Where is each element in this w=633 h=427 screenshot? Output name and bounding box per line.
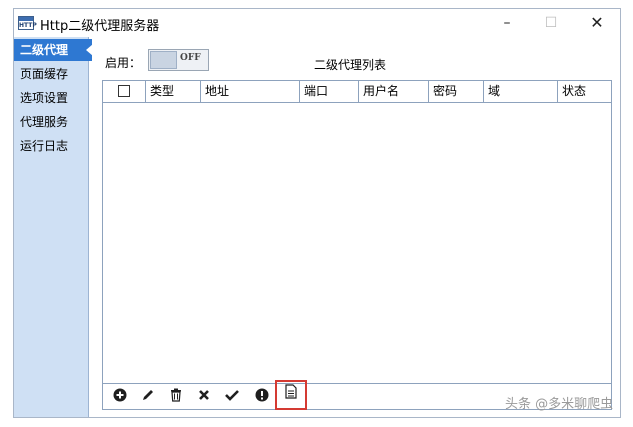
- sidebar-item-run-log[interactable]: 运行日志: [14, 135, 89, 157]
- sidebar-item-options[interactable]: 选项设置: [14, 87, 89, 109]
- x-icon[interactable]: [195, 388, 213, 406]
- window-title: Http二级代理服务器: [40, 19, 160, 34]
- sidebar-item-secondary-proxy[interactable]: 二级代理: [14, 39, 93, 61]
- toggle-state-text: OFF: [180, 53, 201, 63]
- proxy-table: 类型 地址 端口 用户名 密码 域 状态: [102, 80, 612, 410]
- maximize-button[interactable]: ☐: [536, 13, 566, 33]
- add-icon[interactable]: [111, 388, 129, 406]
- document-icon[interactable]: [275, 380, 307, 410]
- enable-toggle[interactable]: OFF: [148, 49, 209, 71]
- list-title: 二级代理列表: [314, 58, 387, 72]
- title-bar: HTTP Http二级代理服务器 – ☐ ✕: [14, 9, 620, 37]
- select-all-checkbox[interactable]: [118, 85, 130, 97]
- minimize-button[interactable]: –: [492, 13, 522, 33]
- column-header-username[interactable]: 用户名: [359, 81, 429, 102]
- sidebar: 二级代理 页面缓存 选项设置 代理服务 运行日志: [14, 37, 93, 417]
- column-header-type[interactable]: 类型: [146, 81, 201, 102]
- watermark: 头条 @多米聊爬虫: [505, 397, 614, 412]
- pencil-icon[interactable]: [139, 388, 157, 406]
- column-header-address[interactable]: 地址: [201, 81, 300, 102]
- app-icon: HTTP: [18, 16, 37, 30]
- sidebar-item-proxy-service[interactable]: 代理服务: [14, 111, 89, 133]
- exclamation-circle-icon[interactable]: [253, 388, 271, 406]
- toggle-knob: [150, 51, 177, 69]
- sidebar-item-page-cache[interactable]: 页面缓存: [14, 63, 89, 85]
- app-window: HTTP Http二级代理服务器 – ☐ ✕ 二级代理 页面缓存 选项设置 代理…: [13, 8, 621, 418]
- select-all-checkbox-cell: [103, 81, 146, 102]
- check-icon[interactable]: [223, 388, 241, 406]
- trash-icon[interactable]: [167, 388, 185, 406]
- table-header: 类型 地址 端口 用户名 密码 域 状态: [103, 81, 611, 103]
- column-header-domain[interactable]: 域: [484, 81, 558, 102]
- column-header-port[interactable]: 端口: [300, 81, 359, 102]
- close-button[interactable]: ✕: [582, 13, 612, 33]
- column-header-status[interactable]: 状态: [558, 81, 611, 102]
- enable-label: 启用：: [105, 56, 142, 70]
- column-header-password[interactable]: 密码: [429, 81, 484, 102]
